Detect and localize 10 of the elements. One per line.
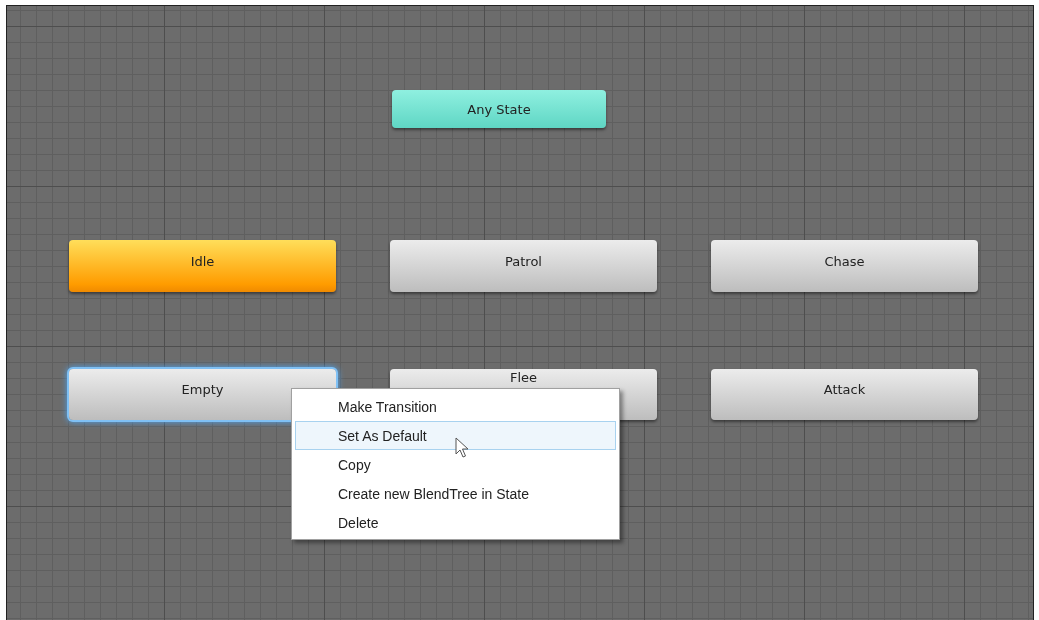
mouse-pointer-icon — [455, 437, 469, 459]
menu-item[interactable]: Set As Default — [295, 421, 616, 450]
menu-item[interactable]: Create new BlendTree in State — [295, 479, 616, 508]
state-node[interactable]: Idle — [69, 240, 336, 292]
menu-item[interactable]: Delete — [295, 508, 616, 537]
state-node[interactable]: Attack — [711, 369, 978, 420]
state-node[interactable]: Any State — [392, 90, 606, 128]
state-node[interactable]: Chase — [711, 240, 978, 292]
menu-item[interactable]: Copy — [295, 450, 616, 479]
state-node[interactable]: Patrol — [390, 240, 657, 292]
